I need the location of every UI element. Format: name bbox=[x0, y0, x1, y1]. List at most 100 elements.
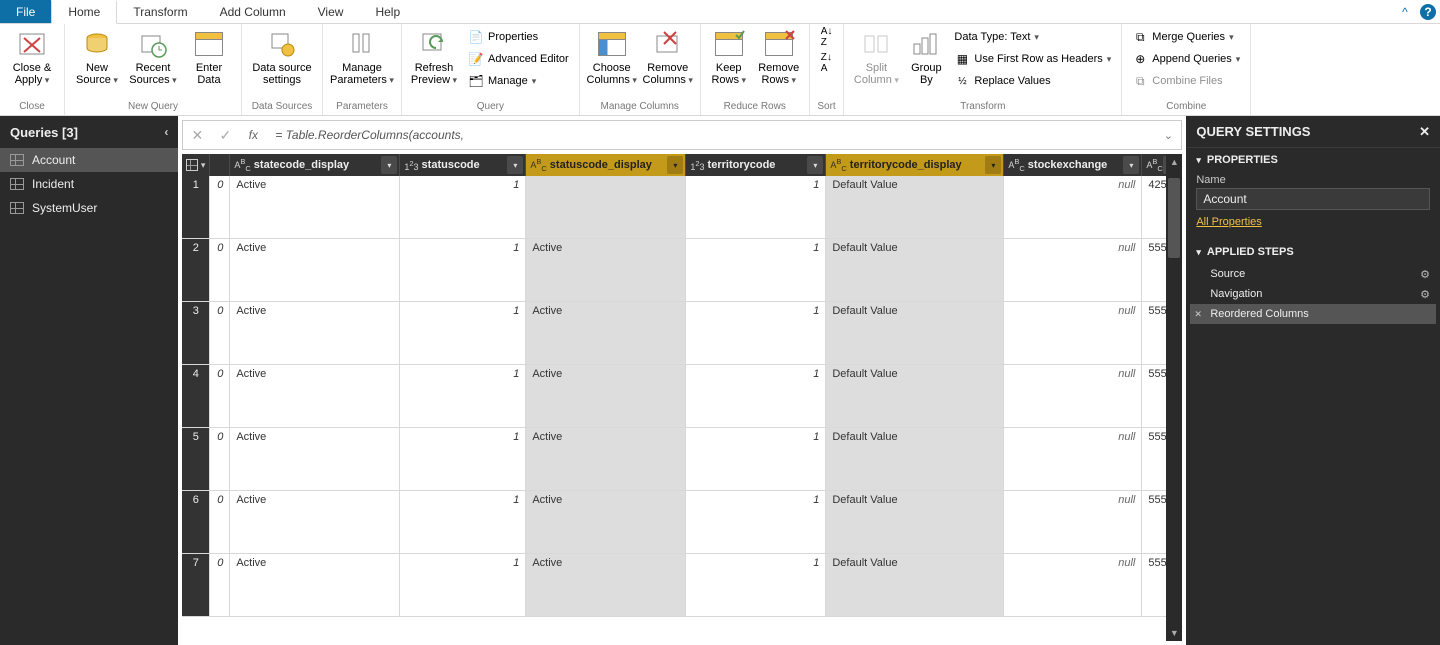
cell[interactable]: Active bbox=[526, 239, 686, 301]
cell[interactable]: Default Value bbox=[826, 176, 1004, 238]
all-properties-link[interactable]: All Properties bbox=[1196, 216, 1261, 228]
column-filter-dropdown-icon[interactable]: ▾ bbox=[507, 156, 523, 174]
data-type-button[interactable]: Data Type: Text bbox=[952, 26, 1113, 48]
cell[interactable]: 1 bbox=[400, 491, 526, 553]
replace-values-button[interactable]: ½Replace Values bbox=[952, 70, 1113, 92]
cell[interactable]: 1 bbox=[686, 302, 826, 364]
formula-expand-icon[interactable]: ⌄ bbox=[1155, 129, 1181, 142]
queries-collapse-icon[interactable]: ‹ bbox=[164, 125, 168, 139]
cell[interactable]: Default Value bbox=[826, 554, 1004, 616]
row-index[interactable]: 5 bbox=[182, 428, 210, 490]
formula-cancel-icon[interactable]: ✕ bbox=[183, 121, 211, 149]
cell[interactable]: null bbox=[1004, 554, 1142, 616]
new-source-button[interactable]: NewSource bbox=[69, 26, 125, 86]
gear-icon[interactable]: ⚙ bbox=[1420, 288, 1430, 301]
table-row[interactable]: 20Active1Active1Default Valuenull555 bbox=[182, 239, 1182, 302]
applied-steps-header[interactable]: APPLIED STEPS bbox=[1186, 240, 1440, 264]
sort-asc-button[interactable]: A↓Z bbox=[818, 26, 836, 48]
scroll-up-icon[interactable]: ▲ bbox=[1166, 154, 1182, 170]
column-header-statuscode_display[interactable]: ABCstatuscode_display▾ bbox=[526, 154, 686, 176]
applied-step-navigation[interactable]: Navigation⚙ bbox=[1190, 284, 1436, 304]
cell[interactable]: 0 bbox=[210, 428, 230, 490]
cell[interactable]: null bbox=[1004, 428, 1142, 490]
append-queries-button[interactable]: ⊕Append Queries bbox=[1130, 48, 1242, 70]
column-filter-dropdown-icon[interactable]: ▾ bbox=[807, 156, 823, 174]
cell[interactable]: Default Value bbox=[826, 239, 1004, 301]
cell[interactable]: Default Value bbox=[826, 365, 1004, 427]
cell[interactable]: Active bbox=[230, 365, 400, 427]
column-header-stockexchange[interactable]: ABCstockexchange▾ bbox=[1004, 154, 1142, 176]
menu-tab-home[interactable]: Home bbox=[51, 1, 117, 24]
ribbon-collapse-icon[interactable]: ^ bbox=[1394, 0, 1416, 23]
group-by-button[interactable]: GroupBy bbox=[904, 26, 948, 86]
help-icon[interactable]: ? bbox=[1420, 4, 1436, 20]
row-index[interactable]: 1 bbox=[182, 176, 210, 238]
query-item-account[interactable]: Account bbox=[0, 148, 178, 172]
choose-columns-button[interactable]: ChooseColumns bbox=[584, 26, 640, 86]
row-index[interactable]: 4 bbox=[182, 365, 210, 427]
cell[interactable]: 1 bbox=[400, 176, 526, 238]
column-header-territorycode[interactable]: 123territorycode▾ bbox=[686, 154, 826, 176]
row-index[interactable]: 6 bbox=[182, 491, 210, 553]
cell[interactable]: Default Value bbox=[826, 302, 1004, 364]
cell[interactable]: Active bbox=[526, 428, 686, 490]
close-and-apply-button[interactable]: Close &Apply bbox=[4, 26, 60, 86]
column-filter-dropdown-icon[interactable]: ▾ bbox=[985, 156, 1001, 174]
cell[interactable]: Active bbox=[526, 302, 686, 364]
cell[interactable] bbox=[526, 176, 686, 238]
cell[interactable]: 1 bbox=[686, 554, 826, 616]
table-row[interactable]: 50Active1Active1Default Valuenull555 bbox=[182, 428, 1182, 491]
column-filter-dropdown-icon[interactable]: ▾ bbox=[1123, 156, 1139, 174]
cell[interactable]: 1 bbox=[400, 554, 526, 616]
cell[interactable]: 1 bbox=[400, 428, 526, 490]
table-row[interactable]: 70Active1Active1Default Valuenull555 bbox=[182, 554, 1182, 617]
use-first-row-headers-button[interactable]: ▦Use First Row as Headers bbox=[952, 48, 1113, 70]
cell[interactable]: null bbox=[1004, 365, 1142, 427]
menu-tab-help[interactable]: Help bbox=[359, 0, 416, 23]
column-header-territorycode_display[interactable]: ABCterritorycode_display▾ bbox=[826, 154, 1004, 176]
advanced-editor-button[interactable]: 📝Advanced Editor bbox=[466, 48, 571, 70]
cell[interactable]: null bbox=[1004, 302, 1142, 364]
cell[interactable]: Active bbox=[230, 428, 400, 490]
properties-button[interactable]: 📄Properties bbox=[466, 26, 571, 48]
table-row[interactable]: 60Active1Active1Default Valuenull555 bbox=[182, 491, 1182, 554]
remove-rows-button[interactable]: RemoveRows bbox=[753, 26, 805, 86]
cell[interactable]: 0 bbox=[210, 491, 230, 553]
cell[interactable]: Default Value bbox=[826, 491, 1004, 553]
menu-tab-file[interactable]: File bbox=[0, 0, 51, 23]
cell[interactable]: Active bbox=[230, 554, 400, 616]
scroll-down-icon[interactable]: ▼ bbox=[1166, 625, 1182, 641]
formula-fx-icon[interactable]: fx bbox=[239, 121, 267, 149]
query-item-incident[interactable]: Incident bbox=[0, 172, 178, 196]
applied-step-source[interactable]: Source⚙ bbox=[1190, 264, 1436, 284]
menu-tab-addcolumn[interactable]: Add Column bbox=[204, 0, 302, 23]
combine-files-button[interactable]: ⧉Combine Files bbox=[1130, 70, 1242, 92]
cell[interactable]: 0 bbox=[210, 302, 230, 364]
scroll-thumb[interactable] bbox=[1168, 178, 1180, 258]
cell[interactable]: null bbox=[1004, 491, 1142, 553]
column-header-hidden[interactable] bbox=[210, 154, 230, 176]
cell[interactable]: 1 bbox=[400, 365, 526, 427]
cell[interactable]: 1 bbox=[400, 239, 526, 301]
cell[interactable]: 1 bbox=[686, 176, 826, 238]
cell[interactable]: 0 bbox=[210, 239, 230, 301]
column-header-statecode_display[interactable]: ABCstatecode_display▾ bbox=[230, 154, 400, 176]
cell[interactable]: 1 bbox=[400, 302, 526, 364]
cell[interactable]: 0 bbox=[210, 365, 230, 427]
cell[interactable]: Active bbox=[230, 491, 400, 553]
keep-rows-button[interactable]: KeepRows bbox=[705, 26, 753, 86]
formula-commit-icon[interactable]: ✓ bbox=[211, 121, 239, 149]
query-item-systemuser[interactable]: SystemUser bbox=[0, 196, 178, 220]
manage-button[interactable]: 🗂Manage bbox=[466, 70, 571, 92]
table-row[interactable]: 40Active1Active1Default Valuenull555 bbox=[182, 365, 1182, 428]
cell[interactable]: 0 bbox=[210, 554, 230, 616]
manage-parameters-button[interactable]: ManageParameters bbox=[327, 26, 397, 86]
sort-desc-button[interactable]: Z↓A bbox=[818, 52, 836, 74]
cell[interactable]: Active bbox=[526, 365, 686, 427]
column-filter-dropdown-icon[interactable]: ▾ bbox=[381, 156, 397, 174]
menu-tab-view[interactable]: View bbox=[302, 0, 360, 23]
cell[interactable]: 1 bbox=[686, 491, 826, 553]
cell[interactable]: Default Value bbox=[826, 428, 1004, 490]
properties-section-header[interactable]: PROPERTIES bbox=[1186, 148, 1440, 172]
menu-tab-transform[interactable]: Transform bbox=[117, 0, 203, 23]
